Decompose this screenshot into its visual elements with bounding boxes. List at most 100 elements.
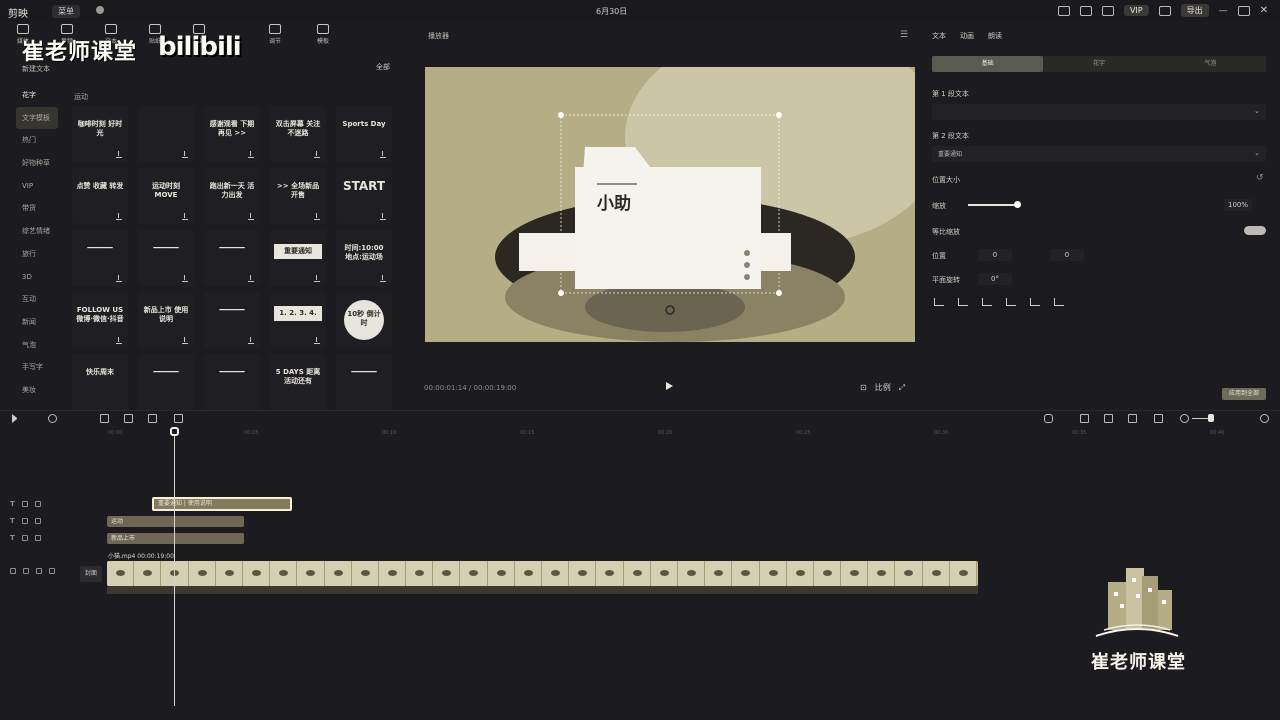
subtab-bubble[interactable]: 气泡 — [1155, 56, 1266, 72]
para2-input[interactable]: 重要通知 ⌄ — [932, 146, 1266, 162]
menu-button[interactable]: 菜单 — [52, 5, 80, 18]
position-x-input[interactable]: 0 — [978, 249, 1012, 261]
template-card[interactable]: 时间:10:00 地点:运动场 — [336, 230, 392, 286]
scale-value[interactable]: 100% — [1224, 199, 1252, 211]
category-item[interactable]: 美妆 — [12, 379, 62, 402]
link-icon[interactable] — [1080, 414, 1089, 423]
fullscreen-icon[interactable]: ⤢ — [899, 383, 905, 393]
template-card[interactable]: 咖啡时刻 好时光 — [72, 106, 128, 162]
download-icon[interactable] — [314, 151, 320, 158]
category-item[interactable]: 互动 — [12, 288, 62, 311]
category-item[interactable]: 综艺情绪 — [12, 220, 62, 243]
category-item[interactable]: 文字模板 — [16, 106, 58, 130]
tool-template[interactable]: 模板 — [310, 24, 336, 45]
zoom-in-icon[interactable] — [1260, 414, 1269, 423]
subtab-fancy[interactable]: 花字 — [1043, 56, 1154, 72]
template-card[interactable]: >> 全场新品开售 — [270, 168, 326, 224]
template-card[interactable]: 新品上市 使用说明 — [138, 292, 194, 348]
rotate-input[interactable]: 0° — [978, 273, 1012, 285]
select-tool-icon[interactable] — [12, 414, 21, 423]
download-icon[interactable] — [248, 151, 254, 158]
uniform-toggle[interactable] — [1244, 226, 1266, 235]
settings-icon[interactable] — [96, 6, 104, 14]
category-item[interactable]: 旅行 — [12, 243, 62, 266]
template-card[interactable]: 重要通知 — [270, 230, 326, 286]
eye-icon[interactable] — [34, 535, 41, 541]
category-item[interactable]: 气泡 — [12, 334, 62, 357]
download-icon[interactable] — [314, 213, 320, 220]
shortcut-icon[interactable] — [1057, 5, 1070, 16]
template-card[interactable]: ━━━━━━ — [72, 230, 128, 286]
eye-icon[interactable] — [34, 501, 41, 507]
template-card[interactable]: 跑出新一天 活力出发 — [204, 168, 260, 224]
download-icon[interactable] — [380, 151, 386, 158]
template-card[interactable]: ━━━━━━ — [138, 354, 194, 410]
template-card[interactable]: 双击屏幕 关注不迷路 — [270, 106, 326, 162]
lock-icon[interactable] — [21, 501, 28, 507]
delete-icon[interactable] — [174, 414, 183, 423]
align-top-icon[interactable] — [1006, 298, 1016, 306]
align-left-icon[interactable] — [934, 298, 944, 306]
para1-input[interactable]: ⌄ — [932, 104, 1266, 120]
template-card[interactable]: 感谢观看 下期再见 >> — [204, 106, 260, 162]
close-icon[interactable]: ✕ — [1260, 5, 1268, 16]
align-right-icon[interactable] — [982, 298, 992, 306]
template-card[interactable]: 运动时刻 MOVE — [138, 168, 194, 224]
share-icon[interactable] — [1101, 5, 1114, 16]
zoom-knob[interactable] — [1208, 414, 1214, 422]
download-icon[interactable] — [314, 337, 320, 344]
download-icon[interactable] — [116, 337, 122, 344]
template-card[interactable]: ━━━━━━ — [204, 354, 260, 410]
maximize-icon[interactable] — [1237, 5, 1250, 16]
template-card[interactable]: 10秒 倒计时 — [336, 292, 392, 348]
filter-dropdown[interactable]: 全部 — [376, 62, 390, 72]
video-clip[interactable] — [107, 561, 978, 586]
download-icon[interactable] — [248, 337, 254, 344]
play-button[interactable] — [666, 382, 673, 390]
trim-left-icon[interactable] — [124, 414, 133, 423]
fit-icon[interactable]: ⊡ — [860, 383, 867, 392]
split-icon[interactable] — [100, 414, 109, 423]
lock-icon[interactable] — [23, 568, 29, 574]
template-card[interactable]: 快乐周末 — [72, 354, 128, 410]
subtab-basic[interactable]: 基础 — [932, 56, 1044, 72]
category-item[interactable]: 手写字 — [12, 356, 62, 379]
tool-adjust[interactable]: 调节 — [262, 24, 288, 45]
undo-icon[interactable] — [48, 414, 57, 423]
download-icon[interactable] — [116, 275, 122, 282]
align-center-icon[interactable] — [958, 298, 968, 306]
lock-icon[interactable] — [21, 535, 28, 541]
scale-slider[interactable] — [968, 201, 1021, 208]
timeline-ruler[interactable]: 00:00 00:05 00:10 00:15 00:20 00:25 00:3… — [100, 430, 1280, 440]
magnet-icon[interactable] — [1128, 414, 1137, 423]
template-card[interactable]: ━━━━━━ — [204, 292, 260, 348]
template-card[interactable]: 1. 2. 3. 4. — [270, 292, 326, 348]
snap-icon[interactable] — [1154, 414, 1163, 423]
cover-button[interactable]: 封面 — [80, 566, 102, 582]
template-card[interactable] — [138, 106, 194, 162]
player-menu-icon[interactable]: ☰ — [900, 30, 908, 40]
reset-icon[interactable]: ↺ — [1256, 173, 1264, 183]
eye-icon[interactable] — [34, 518, 41, 524]
vip-button[interactable]: VIP — [1123, 5, 1149, 16]
category-item[interactable]: 新闻 — [12, 311, 62, 334]
trim-right-icon[interactable] — [148, 414, 157, 423]
template-card[interactable]: 点赞 收藏 转发 — [72, 168, 128, 224]
template-card[interactable]: Sports Day — [336, 106, 392, 162]
download-icon[interactable] — [182, 337, 188, 344]
download-icon[interactable] — [182, 275, 188, 282]
download-icon[interactable] — [116, 151, 122, 158]
download-icon[interactable] — [380, 275, 386, 282]
preview-axis-icon[interactable] — [1104, 414, 1113, 423]
download-icon[interactable] — [248, 213, 254, 220]
slider-knob[interactable] — [1014, 201, 1021, 208]
template-card[interactable]: ━━━━━━ — [138, 230, 194, 286]
category-item[interactable]: 带货 — [12, 197, 62, 220]
template-card[interactable]: START — [336, 168, 392, 224]
apply-all-button[interactable]: 应用到全部 — [1222, 388, 1266, 400]
tab-text[interactable]: 文本 — [932, 31, 946, 41]
align-bottom-icon[interactable] — [1054, 298, 1064, 306]
download-icon[interactable] — [182, 213, 188, 220]
tab-animation[interactable]: 动画 — [960, 31, 974, 41]
lock-icon[interactable] — [21, 518, 28, 524]
